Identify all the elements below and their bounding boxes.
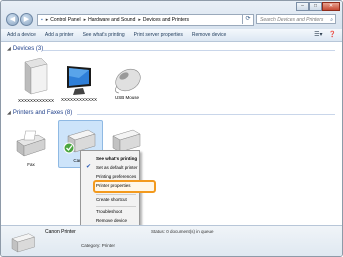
devices-and-printers-window: – □ ✕ ◀ ▶ ▪ ▸ Control Panel ▸ Hardware a… [0, 0, 343, 257]
printer-label: Fax [27, 162, 35, 167]
collapse-arrow-icon: ◢ [7, 110, 11, 116]
search-icon: ⌕ [330, 17, 333, 23]
details-category: Category: Printer [81, 243, 116, 248]
title-bar: – □ ✕ ◀ ▶ ▪ ▸ Control Panel ▸ Hardware a… [1, 1, 342, 29]
breadcrumb-devices-and-printers[interactable]: Devices and Printers [143, 17, 189, 23]
address-bar[interactable]: ▪ ▸ Control Panel ▸ Hardware and Sound ▸… [37, 14, 254, 26]
refresh-icon: ⟳ [245, 16, 251, 22]
monitor-icon [67, 66, 91, 95]
menu-item-create-shortcut[interactable]: Create shortcut [96, 197, 127, 202]
device-item[interactable]: USB Mouse [107, 64, 147, 100]
menu-item-printing-preferences[interactable]: Printing preferences [96, 174, 136, 179]
menu-item-set-default-printer[interactable]: Set as default printer [96, 165, 138, 170]
remove-device-button[interactable]: Remove device [192, 32, 226, 38]
see-whats-printing-button[interactable]: See what's printing [83, 32, 125, 38]
add-printer-button[interactable]: Add a printer [45, 32, 74, 38]
mouse-icon [115, 68, 141, 94]
breadcrumb-separator: ▸ [83, 17, 87, 23]
device-label: USB Mouse [114, 95, 139, 100]
printer-icon [11, 233, 36, 253]
menu-separator [96, 206, 136, 207]
menu-item-see-whats-printing[interactable]: See what's printing [96, 156, 137, 161]
printer-item[interactable]: Fax [11, 129, 51, 167]
fax-icon [16, 130, 46, 157]
forward-button[interactable]: ▶ [20, 13, 33, 26]
toolbar-right: ☰▾ ❓ [314, 31, 336, 38]
devices-group-label: Devices (3) [12, 46, 44, 52]
back-arrow-icon: ◀ [9, 16, 16, 23]
minimize-button[interactable]: – [296, 2, 309, 11]
device-label: XXXXXXXXXXXX [17, 98, 55, 103]
checkmark-icon: ✔ [86, 164, 92, 170]
menu-item-remove-device[interactable]: Remove device [96, 218, 127, 223]
view-options-icon[interactable]: ☰▾ [314, 31, 322, 38]
group-divider [77, 114, 335, 115]
search-input[interactable]: Search Devices and Printers ⌕ [256, 14, 336, 24]
menu-separator [96, 194, 136, 195]
refresh-button[interactable]: ⟳ [242, 14, 253, 24]
menu-item-troubleshoot[interactable]: Troubleshoot [96, 209, 122, 214]
breadcrumb-separator: ▸ [45, 17, 49, 23]
maximize-button[interactable]: □ [309, 2, 322, 11]
print-server-properties-button[interactable]: Print server properties [134, 32, 183, 38]
forward-arrow-icon: ▶ [23, 16, 30, 23]
close-button[interactable]: ✕ [322, 2, 340, 11]
printers-group-label: Printers and Faxes (8) [12, 110, 73, 116]
breadcrumb-separator: ▸ [138, 17, 141, 23]
breadcrumb-control-panel[interactable]: Control Panel [50, 17, 80, 23]
device-label: XXXXXXXXXXXX [60, 97, 98, 102]
breadcrumb-hardware-and-sound[interactable]: Hardware and Sound [88, 17, 135, 23]
printers-group-header[interactable]: ◢ Printers and Faxes (8) [7, 110, 72, 116]
add-device-button[interactable]: Add a device [7, 32, 36, 38]
command-bar: Add a device Add a printer See what's pr… [1, 29, 342, 42]
details-pane: Canon Printer Status: 0 document(s) in q… [1, 225, 342, 256]
details-queue-status: Status: 0 document(s) in queue [151, 229, 214, 234]
details-printer-name: Canon Printer [45, 229, 76, 235]
group-divider [43, 50, 335, 51]
back-button[interactable]: ◀ [6, 13, 19, 26]
device-item[interactable]: XXXXXXXXXXXX [59, 64, 99, 102]
folder-icon: ▪ [41, 17, 43, 23]
search-placeholder: Search Devices and Printers [260, 17, 324, 23]
devices-group-header[interactable]: ◢ Devices (3) [7, 46, 43, 52]
menu-item-printer-properties-label: Printer properties [96, 183, 131, 188]
help-icon[interactable]: ❓ [329, 31, 336, 38]
computer-tower-icon [24, 57, 48, 95]
device-item[interactable]: XXXXXXXXXXXX [16, 57, 56, 103]
menu-item-printer-properties[interactable]: Printer properties [93, 180, 156, 193]
collapse-arrow-icon: ◢ [7, 46, 11, 52]
window-buttons: – □ ✕ [296, 2, 340, 11]
